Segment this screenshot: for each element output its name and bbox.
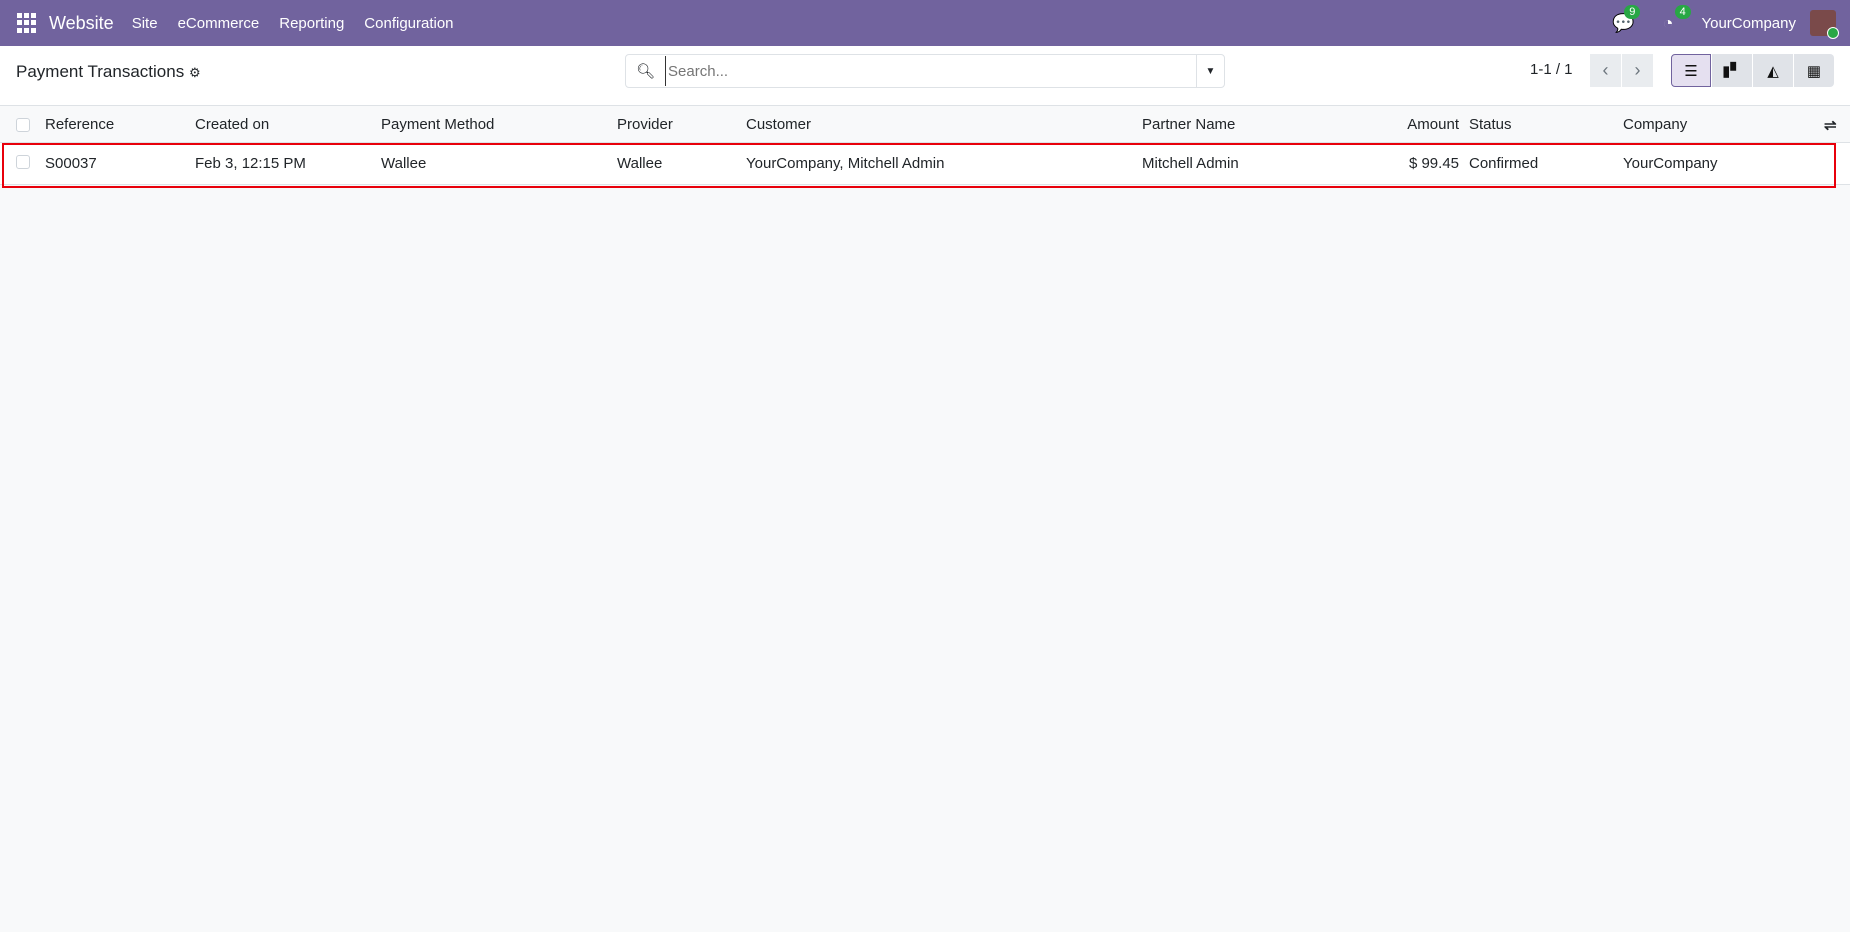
cell-reference: S00037 [45,155,97,172]
cell-company: YourCompany [1623,155,1718,172]
cell-amount: $ 99.45 [1408,155,1459,172]
header-customer[interactable]: Customer [746,116,811,133]
cell-created-on: Feb 3, 12:15 PM [195,155,306,172]
activities-icon[interactable]: ◔ 4 [1663,4,1691,34]
search-bar: 🔍︎ ▼ [625,54,1225,88]
control-panel: Payment Transactions ⚙ 🔍︎ ▼ 1-1 / 1 ‹ › … [0,46,1850,106]
user-avatar[interactable] [1810,10,1839,39]
header-reference[interactable]: Reference [45,116,114,133]
cell-customer: YourCompany, Mitchell Admin [746,155,945,172]
header-partner-name[interactable]: Partner Name [1142,116,1235,133]
header-status[interactable]: Status [1469,116,1512,133]
menu-configuration[interactable]: Configuration [354,15,463,32]
messages-badge: 9 [1624,4,1641,19]
select-all-checkbox[interactable] [16,118,30,132]
pager-value[interactable]: 1-1 / 1 [1530,61,1573,78]
app-menu-icon[interactable] [17,13,37,33]
table-header: Reference Created on Payment Method Prov… [0,106,1850,143]
search-options-toggle[interactable]: ▼ [1196,55,1224,87]
header-payment-method[interactable]: Payment Method [381,116,494,133]
header-amount[interactable]: Amount [1407,116,1459,133]
menu-site[interactable]: Site [122,15,168,32]
app-name[interactable]: Website [49,13,114,34]
search-icon: 🔍︎ [636,63,656,80]
top-navbar: Website Site eCommerce Reporting Configu… [0,0,1850,46]
row-checkbox[interactable] [16,155,30,169]
list-view-button[interactable]: ☰ [1671,54,1711,87]
messages-icon[interactable]: 💬 9 [1612,4,1641,34]
cell-partner-name: Mitchell Admin [1142,155,1239,172]
kanban-view-button[interactable]: ▮▘ [1712,54,1752,87]
header-company[interactable]: Company [1623,116,1687,133]
page-title: Payment Transactions ⚙ [16,62,201,82]
table-row[interactable]: S00037 Feb 3, 12:15 PM Wallee Wallee You… [0,143,1850,185]
cell-payment-method: Wallee [381,155,427,172]
cell-status: Confirmed [1469,155,1539,172]
gear-icon[interactable]: ⚙ [189,65,201,80]
search-input[interactable] [665,56,1196,86]
header-created-on[interactable]: Created on [195,116,269,133]
header-provider[interactable]: Provider [617,116,673,133]
pager-next-button[interactable]: › [1622,54,1653,87]
menu-ecommerce[interactable]: eCommerce [168,15,270,32]
page-title-text: Payment Transactions [16,62,185,81]
optional-columns-icon[interactable]: ⇌ [1824,116,1837,134]
pager-previous-button[interactable]: ‹ [1590,54,1621,87]
cell-provider: Wallee [617,155,663,172]
pivot-view-button[interactable]: ▦ [1794,54,1834,87]
menu-reporting[interactable]: Reporting [269,15,354,32]
company-switcher[interactable]: YourCompany [1701,15,1796,32]
activities-badge: 4 [1674,4,1691,19]
graph-view-button[interactable]: ◭ [1753,54,1793,87]
